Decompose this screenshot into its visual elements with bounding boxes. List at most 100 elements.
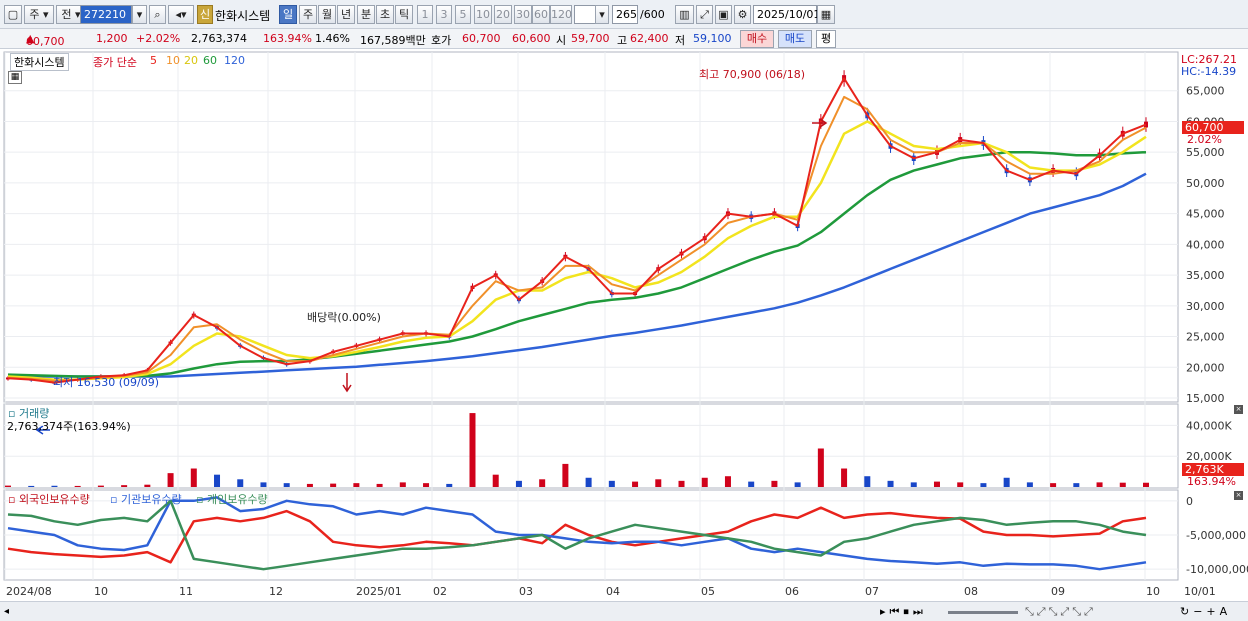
volume-ratio: 163.94%: [263, 32, 312, 45]
price-panel-frame: [3, 51, 1179, 403]
candle-type-icon[interactable]: ▥: [675, 5, 694, 24]
legend-foreign: ▫ 외국인보유수량: [8, 493, 90, 506]
x-axis-label: 11: [179, 585, 193, 598]
speaker-icon[interactable]: ◂▾: [168, 5, 194, 24]
open-label: 시: [556, 34, 567, 47]
legend-foreign-text: 외국인보유수량: [18, 493, 90, 506]
holdings-close-icon[interactable]: ×: [1234, 491, 1243, 500]
holdings-y-tick-label: -5,000,000: [1186, 529, 1246, 542]
interval-tick[interactable]: 틱: [395, 5, 413, 24]
period-type-select[interactable]: 주 ▾: [24, 5, 54, 24]
custom-step-dropdown-icon[interactable]: ▾: [595, 5, 609, 24]
volume-bar: [330, 483, 337, 487]
playback-controls[interactable]: ▸⏮⏹⏭: [880, 605, 927, 619]
quote-bar: 60,700 ▲ 1,200 +2.02% 2,763,374 163.94% …: [0, 29, 1248, 49]
volume-bar: [748, 481, 755, 487]
gear-icon[interactable]: ⚙: [734, 5, 751, 24]
current-price: 60,700 ▲: [26, 32, 65, 48]
volume-bar: [423, 483, 430, 487]
prev-label: 전: [61, 8, 72, 21]
interval-month[interactable]: 월: [318, 5, 336, 24]
price-y-tick-label: 65,000: [1186, 85, 1225, 98]
bid-price: 60,600: [512, 32, 551, 45]
save-icon[interactable]: ▣: [715, 5, 732, 24]
interval-second[interactable]: 초: [376, 5, 394, 24]
volume-bar: [539, 479, 546, 487]
step-1[interactable]: 1: [417, 5, 433, 24]
volume-bar: [841, 468, 848, 487]
chart-line-icon[interactable]: ⤢: [696, 5, 713, 24]
volume-bar: [933, 481, 940, 487]
legend-institution: ▫ 기관보유수량: [110, 493, 182, 506]
count-input[interactable]: 265: [612, 5, 638, 24]
zoom-tool-icons[interactable]: ⤡⤢⤡⤢⤡⤢: [1025, 605, 1096, 619]
search-icon[interactable]: ⌕: [149, 5, 166, 24]
x-axis-label: 10: [94, 585, 108, 598]
stock-name: 한화시스템: [215, 9, 271, 23]
step-60[interactable]: 60: [532, 5, 550, 24]
volume-bar: [562, 463, 569, 487]
interval-minute[interactable]: 분: [357, 5, 375, 24]
volume-bar: [678, 480, 685, 487]
volume-bar: [306, 483, 313, 487]
zoom-buttons[interactable]: ↻−+A: [1180, 605, 1231, 618]
interval-week[interactable]: 주: [299, 5, 317, 24]
interval-year[interactable]: 년: [337, 5, 355, 24]
volume-close-icon[interactable]: ×: [1234, 405, 1243, 414]
x-axis-label: 09: [1051, 585, 1065, 598]
zoom-slider[interactable]: [948, 611, 1018, 614]
calendar-icon[interactable]: ▦: [817, 5, 835, 24]
volume-bar: [701, 477, 708, 487]
volume-bar: [655, 479, 662, 487]
stock-code-input[interactable]: 272210: [80, 5, 132, 24]
step-30[interactable]: 30: [514, 5, 532, 24]
price-y-tick-label: 55,000: [1186, 146, 1225, 159]
step-120[interactable]: 120: [550, 5, 572, 24]
step-5[interactable]: 5: [455, 5, 471, 24]
price-y-tick-label: 20,000: [1186, 361, 1225, 374]
volume-bar: [190, 468, 197, 487]
bid-label: 호가: [431, 34, 452, 47]
volume-panel-frame: [3, 403, 1179, 489]
volume-bar: [5, 485, 11, 487]
step-3[interactable]: 3: [436, 5, 452, 24]
chart-scrollbar[interactable]: ◂ ▸⏮⏹⏭ ⤡⤢⤡⤢⤡⤢ ↻−+A: [0, 601, 1248, 621]
volume-bar: [632, 481, 639, 487]
volume-bar: [1026, 482, 1033, 487]
chart-layout-icon[interactable]: ▢: [4, 5, 22, 24]
volume-bar: [376, 483, 383, 487]
x-axis-label: 06: [785, 585, 799, 598]
ma-20-label: 20: [184, 54, 198, 67]
legend-individual: ▫ 개인보유수량: [196, 493, 268, 506]
trade-value: 167,589백만: [360, 34, 426, 47]
volume-y-tick-label: 40,000K: [1186, 419, 1232, 432]
scroll-left-icon[interactable]: ◂: [4, 606, 9, 617]
price-name-tag: 한화시스템: [10, 53, 69, 71]
volume-bar: [1143, 482, 1149, 487]
credit-badge: 신: [197, 5, 213, 24]
ma-10-label: 10: [166, 54, 180, 67]
current-price-value: 60,700: [26, 35, 65, 48]
period-type-label: 주: [29, 8, 40, 21]
volume-bar: [1003, 477, 1010, 487]
interval-day[interactable]: 일: [279, 5, 297, 24]
turnover-pct: 1.46%: [315, 32, 350, 45]
x-axis-label: 12: [269, 585, 283, 598]
buy-button[interactable]: 매수: [740, 30, 774, 48]
volume-y-tick-label: 20,000K: [1186, 450, 1232, 463]
eval-button[interactable]: 평: [816, 30, 836, 48]
step-20[interactable]: 20: [494, 5, 512, 24]
volume-bar: [167, 473, 174, 487]
sell-button[interactable]: 매도: [778, 30, 812, 48]
volume-bar: [585, 477, 592, 487]
date-input[interactable]: 2025/10/01: [753, 5, 820, 24]
volume-bar: [260, 482, 267, 487]
count-max: /600: [640, 8, 665, 21]
volume-bar: [51, 485, 58, 487]
volume-bar: [469, 413, 476, 487]
volume-bar: [1050, 483, 1057, 487]
step-10[interactable]: 10: [474, 5, 492, 24]
price-y-tick-label: 30,000: [1186, 300, 1225, 313]
grid-table-icon[interactable]: ▦: [8, 71, 22, 84]
code-dropdown-icon[interactable]: ▾: [132, 5, 147, 24]
